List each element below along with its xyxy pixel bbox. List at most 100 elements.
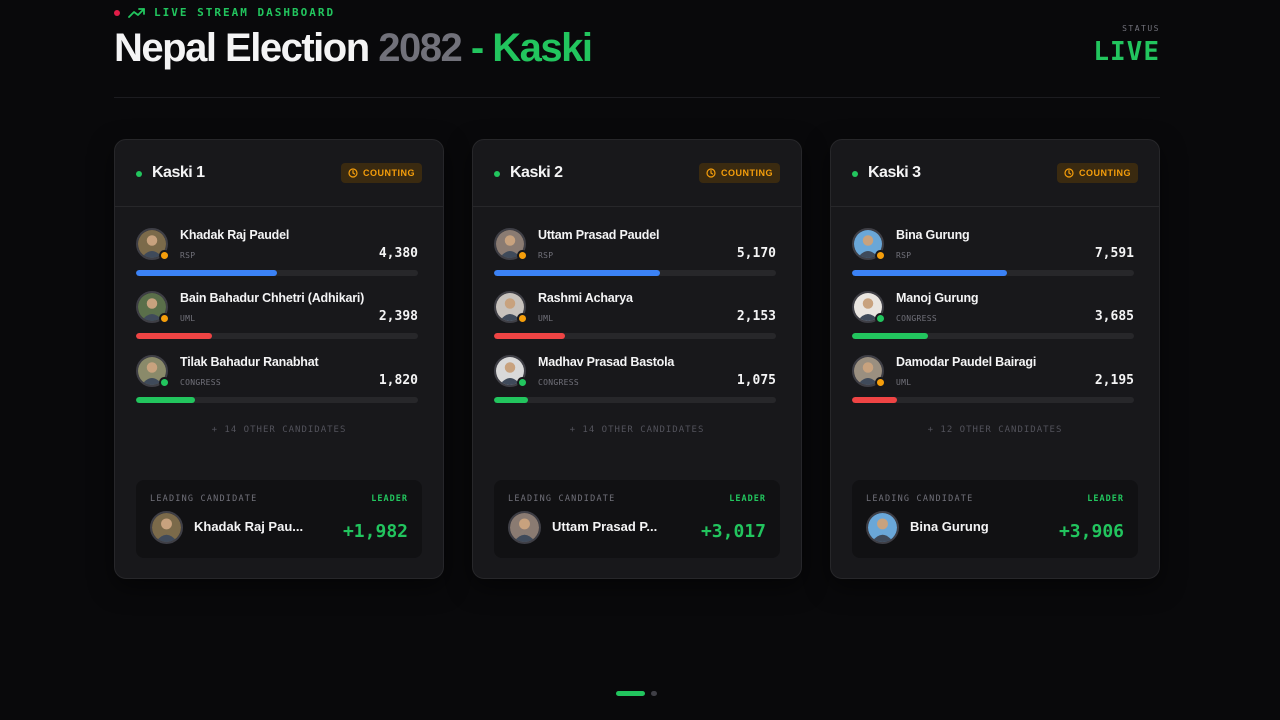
leader-name: Uttam Prasad P... [552, 519, 658, 534]
candidate-row[interactable]: Khadak Raj Paudel RSP 4,380 [136, 228, 418, 288]
candidate-row[interactable]: Damodar Paudel Bairagi UML 2,195 [852, 355, 1134, 415]
clock-icon [706, 168, 716, 178]
live-dot [114, 9, 120, 16]
card-header: Kaski 1 COUNTING [115, 140, 443, 207]
clock-icon [348, 168, 358, 178]
party-symbol-icon [159, 250, 170, 261]
constituency-cards: Kaski 1 COUNTING Khadak Raj Paudel RSP 4,3… [114, 139, 1160, 579]
candidate-row[interactable]: Bina Gurung RSP 7,591 [852, 228, 1134, 288]
candidate-party: RSP [180, 251, 196, 260]
eyebrow-text: LIVE STREAM DASHBOARD [154, 6, 336, 19]
candidate-name: Uttam Prasad Paudel [538, 228, 660, 242]
candidate-row[interactable]: Rashmi Acharya UML 2,153 [494, 291, 776, 351]
clock-icon [1064, 168, 1074, 178]
vote-share-bar [852, 270, 1134, 276]
badge-text: COUNTING [721, 168, 773, 178]
constituency-name: Kaski 3 [868, 164, 921, 181]
candidate-votes: 3,685 [1094, 309, 1134, 324]
party-symbol-icon [875, 250, 886, 261]
leader-tag: LEADER [371, 494, 408, 504]
party-symbol-icon [517, 313, 528, 324]
leading-label: LEADING CANDIDATE [508, 494, 616, 504]
candidate-votes: 2,195 [1094, 373, 1134, 388]
constituency-card-2: Kaski 2 COUNTING Uttam Prasad Paudel RSP 5… [472, 139, 802, 579]
vote-share-fill [136, 270, 277, 276]
leader-avatar [508, 511, 541, 544]
other-candidates-link[interactable]: + 14 OTHER CANDIDATES [473, 425, 801, 435]
vote-share-fill [494, 397, 528, 403]
other-candidates-link[interactable]: + 12 OTHER CANDIDATES [831, 425, 1159, 435]
vote-share-fill [852, 333, 929, 339]
page-dot-active[interactable] [616, 691, 645, 696]
title-main: Nepal Election [114, 26, 370, 70]
vote-share-bar [852, 397, 1134, 403]
dashboard-header: LIVE STREAM DASHBOARD Nepal Election 208… [114, 0, 1160, 98]
candidate-votes: 2,398 [378, 309, 418, 324]
leading-candidate-panel: LEADING CANDIDATE LEADER Bina Gurung +3,… [852, 480, 1138, 558]
card-header: Kaski 3 COUNTING [831, 140, 1159, 207]
candidate-row[interactable]: Uttam Prasad Paudel RSP 5,170 [494, 228, 776, 288]
candidate-row[interactable]: Manoj Gurung CONGRESS 3,685 [852, 291, 1134, 351]
candidate-votes: 2,153 [736, 309, 776, 324]
page-title: Nepal Election 2082 - Kaski [114, 26, 593, 71]
badge-text: COUNTING [363, 168, 415, 178]
vote-share-fill [852, 397, 898, 403]
card-header: Kaski 2 COUNTING [473, 140, 801, 207]
candidate-party: CONGRESS [180, 378, 221, 387]
vote-share-bar [852, 333, 1134, 339]
party-symbol-icon [159, 313, 170, 324]
leading-candidate-panel: LEADING CANDIDATE LEADER Uttam Prasad P.… [494, 480, 780, 558]
status-dot [136, 171, 142, 177]
leader-avatar [866, 511, 899, 544]
other-candidates-link[interactable]: + 14 OTHER CANDIDATES [115, 425, 443, 435]
page-indicator [616, 691, 657, 696]
candidate-name: Madhav Prasad Bastola [538, 355, 675, 369]
candidate-name: Damodar Paudel Bairagi [896, 355, 1037, 369]
status-dot [852, 171, 858, 177]
candidate-name: Tilak Bahadur Ranabhat [180, 355, 319, 369]
lead-margin: +3,017 [700, 521, 766, 542]
vote-share-bar [494, 397, 776, 403]
title-year: 2082 [378, 26, 462, 70]
status-dot [494, 171, 500, 177]
candidate-name: Bain Bahadur Chhetri (Adhikari) [180, 291, 365, 305]
status-label: STATUS [1122, 24, 1160, 33]
vote-share-bar [136, 333, 418, 339]
candidate-party: RSP [538, 251, 554, 260]
status-value: LIVE [1093, 37, 1160, 67]
candidate-row[interactable]: Bain Bahadur Chhetri (Adhikari) UML 2,398 [136, 291, 418, 351]
lead-margin: +1,982 [342, 521, 408, 542]
candidate-votes: 7,591 [1094, 246, 1134, 261]
vote-share-bar [136, 270, 418, 276]
candidate-votes: 4,380 [378, 246, 418, 261]
vote-share-bar [494, 333, 776, 339]
candidate-name: Khadak Raj Paudel [180, 228, 290, 242]
vote-share-fill [136, 333, 213, 339]
trending-up-icon [128, 7, 145, 18]
counting-badge: COUNTING [341, 163, 422, 183]
party-symbol-icon [517, 377, 528, 388]
candidate-name: Rashmi Acharya [538, 291, 633, 305]
page-dot[interactable] [651, 691, 657, 696]
badge-text: COUNTING [1079, 168, 1131, 178]
candidate-votes: 1,820 [378, 373, 418, 388]
candidate-name: Bina Gurung [896, 228, 970, 242]
candidate-party: UML [896, 378, 912, 387]
candidate-party: CONGRESS [896, 314, 937, 323]
candidate-row[interactable]: Tilak Bahadur Ranabhat CONGRESS 1,820 [136, 355, 418, 415]
counting-badge: COUNTING [1057, 163, 1138, 183]
candidate-row[interactable]: Madhav Prasad Bastola CONGRESS 1,075 [494, 355, 776, 415]
leader-tag: LEADER [729, 494, 766, 504]
candidate-party: UML [538, 314, 554, 323]
leading-label: LEADING CANDIDATE [150, 494, 258, 504]
candidate-name: Manoj Gurung [896, 291, 979, 305]
constituency-name: Kaski 1 [152, 164, 205, 181]
vote-share-bar [136, 397, 418, 403]
leading-candidate-panel: LEADING CANDIDATE LEADER Khadak Raj Pau.… [136, 480, 422, 558]
leader-avatar [150, 511, 183, 544]
vote-share-fill [494, 270, 661, 276]
eyebrow: LIVE STREAM DASHBOARD [114, 6, 335, 19]
counting-badge: COUNTING [699, 163, 780, 183]
party-symbol-icon [159, 377, 170, 388]
constituency-name: Kaski 2 [510, 164, 563, 181]
